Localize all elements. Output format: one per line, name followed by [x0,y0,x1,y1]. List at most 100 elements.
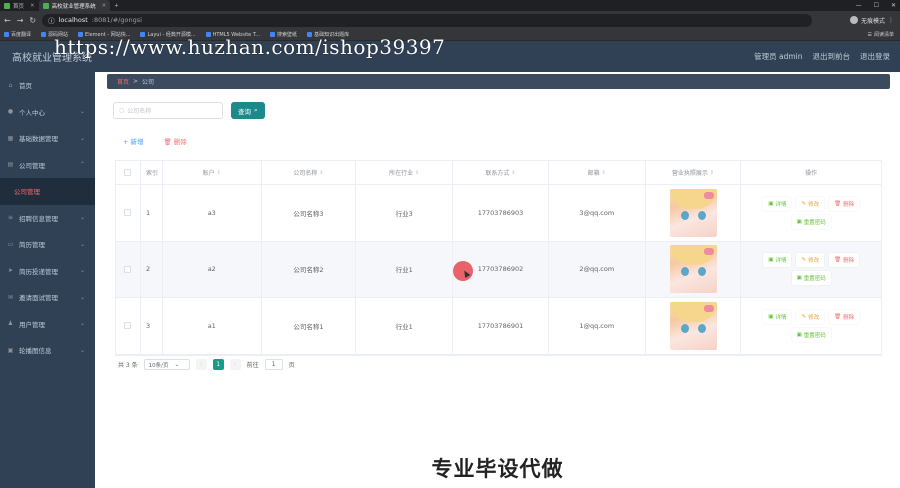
close-window-icon[interactable]: ✕ [891,2,896,9]
pager-total: 共 3 条 [118,362,138,369]
detail-icon: ▣ [768,257,774,264]
edit-button[interactable]: ✎ 修改 [796,309,825,324]
search-input[interactable]: ○ 公司名称 [113,102,223,119]
minimize-icon[interactable]: — [856,2,862,9]
row-checkbox[interactable] [124,265,132,273]
header-account[interactable]: 账户 ⇕ [163,161,262,184]
new-tab-button[interactable]: + [110,0,123,11]
edit-button[interactable]: ✎ 修改 [796,253,825,268]
sort-icon[interactable]: ⇕ [710,170,714,176]
bookmark-icon [41,32,47,37]
sidebar-item-company[interactable]: ▤ 公司管理 ⌃ [0,152,95,179]
image-icon: ▣ [7,346,14,354]
cell-email: 3@qq.com [549,185,646,241]
chevron-down-icon: ⌄ [79,293,85,301]
sort-icon[interactable]: ⇕ [217,170,221,176]
close-icon[interactable]: ✕ [102,3,107,9]
license-image[interactable] [669,301,717,350]
back-icon[interactable]: ← [4,16,11,25]
tab-label: 首页 [13,3,25,10]
action-row: + 新增 🗑︎ 删除 [123,136,187,146]
header-license[interactable]: 营业执照展示 ⇕ [646,161,742,184]
sidebar-item-interview[interactable]: ✉ 邀请面试管理 ⌄ [0,284,95,311]
detail-button[interactable]: ▣ 详情 [763,253,792,268]
main-content: 首页 > 公司 ○ 公司名称 查询 ⌕ + 新增 🗑︎ 删除 索引 账户 ⇕ 公司… [95,72,900,488]
goto-page-input[interactable]: 1 [264,359,283,370]
menu-icon[interactable]: ⋮ [888,17,894,24]
tab-label: 高校就业管理系统 [51,3,96,10]
sort-icon[interactable]: ⇕ [602,170,606,176]
chevron-down-icon: ⌄ [79,267,85,275]
add-button[interactable]: + 新增 [123,136,144,146]
close-icon[interactable]: ✕ [30,3,35,9]
table-header-row: 索引 账户 ⇕ 公司名称 ⇕ 所在行业 ⇕ 联系方式 ⇕ 邮箱 ⇕ 营业执照展示 ⇕ 操作 [116,161,881,185]
sidebar-item-recruit[interactable]: ≡ 招聘信息管理 ⌄ [0,205,95,232]
header-email[interactable]: 邮箱 ⇕ [549,161,646,184]
sidebar-item-profile[interactable]: ● 个人中心 ⌄ [0,99,95,126]
edit-button[interactable]: ✎ 修改 [796,196,825,211]
browser-tab-active[interactable]: 高校就业管理系统 ✕ [38,0,111,11]
sidebar: ⌂ 首页 ● 个人中心 ⌄ ▦ 基础数据管理 ⌄ ▤ 公司管理 ⌃ 公司管理 ≡ 招聘信息管理 ⌄… [0,72,95,488]
sort-icon[interactable]: ⇕ [415,170,419,176]
cell-license [646,241,742,297]
reset-password-button[interactable]: ▣ 重置密码 [791,327,831,342]
delete-button[interactable]: 🗑︎ 删除 [829,196,860,211]
profile-button[interactable]: 无痕模式 ⋮ [849,16,894,25]
forward-icon[interactable]: → [17,16,24,25]
chevron-down-icon: ⌄ [79,240,85,248]
reload-icon[interactable]: ↻ [29,16,36,25]
goto-suffix: 页 [288,362,295,369]
logout-link[interactable]: 退出登录 [860,51,890,62]
page-number-current[interactable]: 1 [212,359,224,370]
sidebar-item-resume[interactable]: ▭ 简历管理 ⌄ [0,231,95,258]
delete-button[interactable]: 🗑︎ 删除 [829,309,860,324]
sidebar-subitem-company[interactable]: 公司管理 [0,178,95,205]
prev-page-button[interactable]: ‹ [195,359,207,370]
front-link[interactable]: 退出到前台 [813,51,851,62]
browser-tab-home[interactable]: 首页 ✕ [0,0,39,11]
header-phone[interactable]: 联系方式 ⇕ [453,161,549,184]
sidebar-item-delivery[interactable]: ➤ 简历投递管理 ⌄ [0,258,95,285]
sort-icon[interactable]: ⇕ [319,170,323,176]
header-company-name[interactable]: 公司名称 ⇕ [262,161,357,184]
url-input[interactable]: ⓘ localhost:8081/#/gongsi [42,13,813,27]
sidebar-item-carousel[interactable]: ▣ 轮播图信息 ⌄ [0,337,95,364]
reset-icon: ▣ [796,275,802,282]
breadcrumb-home[interactable]: 首页 [117,77,129,86]
cell-license [646,185,742,241]
reset-password-button[interactable]: ▣ 重置密码 [791,271,831,286]
sidebar-item-base-data[interactable]: ▦ 基础数据管理 ⌄ [0,125,95,152]
reset-password-button[interactable]: ▣ 重置密码 [791,214,831,229]
url-path: :8081/#/gongsi [91,16,142,24]
reading-list[interactable]: ☰ 阅读清单 [868,31,895,39]
sidebar-item-users[interactable]: ♟ 用户管理 ⌄ [0,311,95,338]
cell-email: 2@qq.com [549,241,646,297]
delete-button[interactable]: 🗑︎ 删除 [829,253,860,268]
header-industry[interactable]: 所在行业 ⇕ [356,161,454,184]
batch-delete-button[interactable]: 🗑︎ 删除 [164,136,187,146]
users-icon: ♟ [7,320,14,328]
page-size-select[interactable]: 10条/页 ⌄ [143,359,190,370]
reset-icon: ▣ [796,218,802,225]
sort-icon[interactable]: ⇕ [511,170,515,176]
maximize-icon[interactable]: ☐ [874,2,879,9]
chevron-up-icon: ⌃ [79,161,85,169]
select-all-checkbox[interactable] [124,169,132,176]
bookmark-item[interactable]: 百度翻译 [4,31,31,38]
chevron-down-icon: ⌄ [174,361,180,368]
detail-button[interactable]: ▣ 详情 [763,309,792,324]
detail-button[interactable]: ▣ 详情 [763,196,792,211]
row-checkbox[interactable] [124,322,132,330]
send-icon: ➤ [7,267,14,275]
trash-icon: 🗑︎ [834,257,842,264]
trash-icon: 🗑︎ [834,313,842,320]
table-row: 2 a2 公司名称2 行业1 17703786902 2@qq.com ▣ 详情 … [116,241,881,298]
next-page-button[interactable]: › [229,359,241,370]
sidebar-item-home[interactable]: ⌂ 首页 [0,72,95,99]
pagination: 共 3 条 10条/页 ⌄ ‹ 1 › 前往 1 页 [118,359,295,370]
search-button[interactable]: 查询 ⌕ [231,102,265,119]
table-row: 3 a1 公司名称1 行业1 17703786901 1@qq.com ▣ 详情 … [116,298,881,355]
license-image[interactable] [669,245,717,294]
license-image[interactable] [669,188,717,237]
row-checkbox[interactable] [124,209,132,217]
